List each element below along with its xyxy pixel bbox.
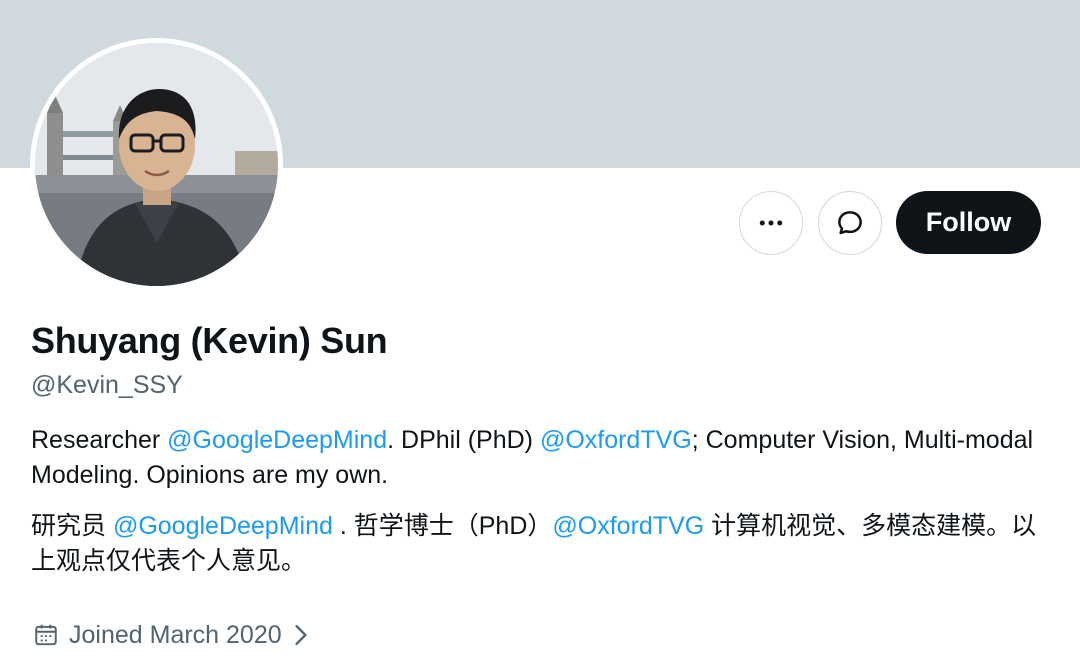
bio-english: Researcher @GoogleDeepMind. DPhil (PhD) … [31, 423, 1041, 493]
mention-link-googledeepmind[interactable]: @GoogleDeepMind [113, 512, 333, 540]
bio-text: Researcher [31, 426, 168, 454]
user-handle: @Kevin_SSY [31, 371, 183, 399]
bio-chinese: 研究员 @GoogleDeepMind . 哲学博士（PhD）@OxfordTV… [31, 509, 1041, 579]
mention-link-oxfordtvg[interactable]: @OxfordTVG [552, 512, 704, 540]
joined-date[interactable]: Joined March 2020 [33, 618, 310, 652]
bio-text: . 哲学博士（PhD） [332, 512, 553, 540]
mention-link-oxfordtvg[interactable]: @OxfordTVG [540, 426, 692, 454]
message-bubble-icon [838, 211, 862, 235]
message-button[interactable] [818, 191, 882, 255]
avatar-photo [35, 43, 278, 286]
mention-link-googledeepmind[interactable]: @GoogleDeepMind [167, 426, 387, 454]
joined-label: Joined March 2020 [69, 621, 282, 649]
chevron-right-icon [295, 624, 307, 646]
bio-text: 研究员 [31, 512, 113, 540]
bio-text: . DPhil (PhD) [387, 426, 540, 454]
avatar-image [35, 43, 278, 286]
more-dots-icon [759, 220, 783, 226]
profile-avatar[interactable] [30, 38, 283, 291]
display-name: Shuyang (Kevin) Sun [31, 320, 388, 361]
follow-button[interactable]: Follow [896, 191, 1041, 254]
more-options-button[interactable] [739, 191, 803, 255]
calendar-icon [35, 624, 57, 646]
